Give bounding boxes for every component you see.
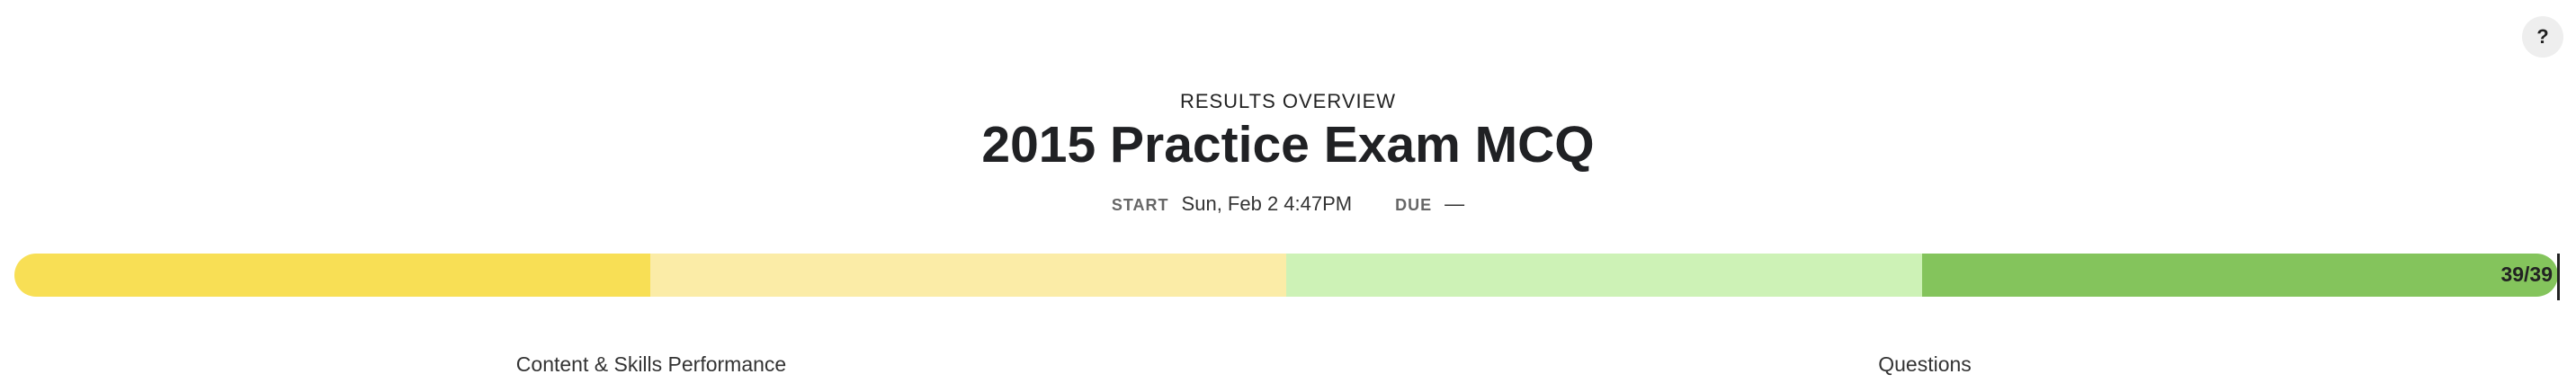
start-label: START [1111,196,1169,214]
progress-segment [650,254,1286,297]
start-value: Sun, Feb 2 4:47PM [1181,192,1353,215]
help-button[interactable]: ? [2522,16,2563,58]
due-value: — [1445,192,1465,215]
due-label: DUE [1395,196,1433,214]
progress-segment [1286,254,1922,297]
tab-questions[interactable]: Questions [1878,352,1972,377]
tab-content-skills-performance[interactable]: Content & Skills Performance [516,352,786,377]
progress-segment [1922,254,2558,297]
page-title: 2015 Practice Exam MCQ [981,116,1595,174]
progress-segment [14,254,650,297]
progress-end-marker [2557,254,2560,300]
results-overview-label: RESULTS OVERVIEW [1179,90,1397,112]
progress-count: 39/39 [2500,263,2553,286]
exam-meta: START Sun, Feb 2 4:47PM DUE — [0,192,2576,216]
results-progress-bar [14,254,2558,297]
